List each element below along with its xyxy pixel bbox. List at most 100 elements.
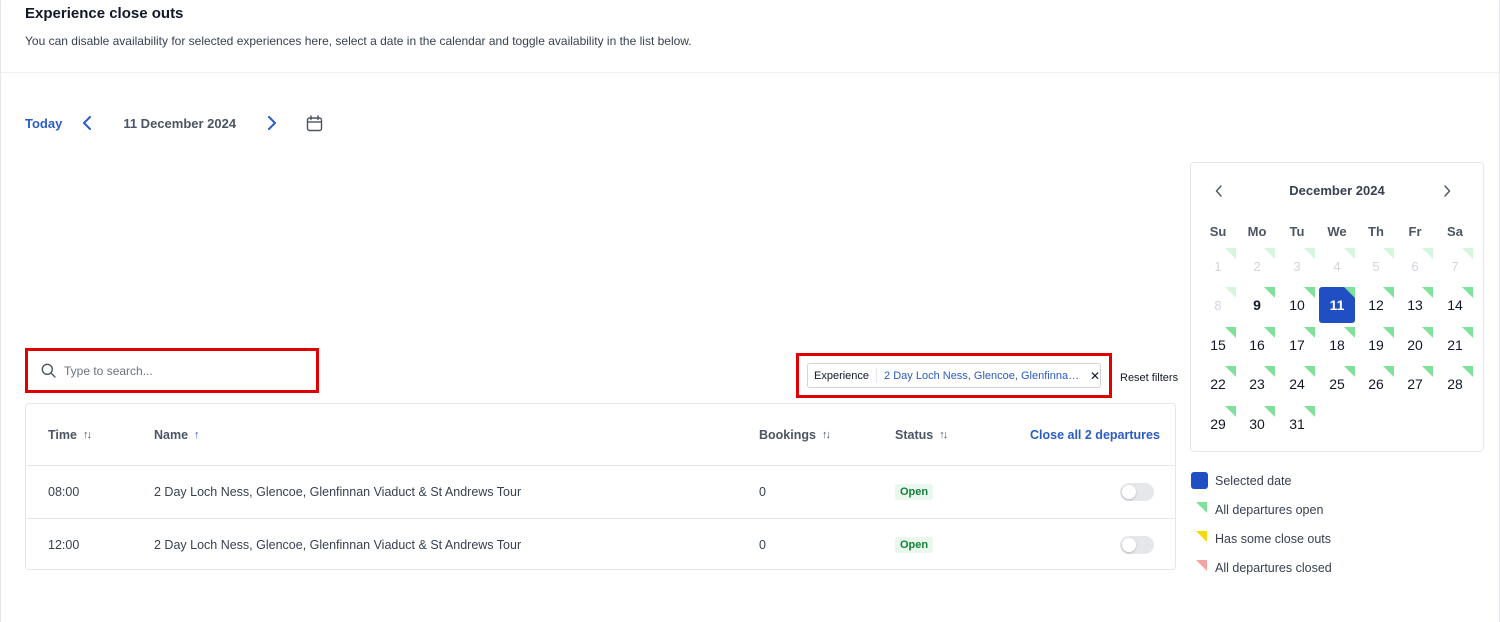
calendar-day[interactable]: 15 <box>1200 327 1236 363</box>
status-badge: Open <box>895 484 934 500</box>
calendar-day[interactable]: 6 <box>1397 248 1433 284</box>
calendar-day[interactable]: 1 <box>1200 248 1236 284</box>
page-header: Experience close outs You can disable av… <box>1 0 1499 73</box>
search-icon <box>41 363 56 378</box>
calendar-day[interactable]: 5 <box>1358 248 1394 284</box>
calendar-day[interactable]: 24 <box>1279 366 1315 402</box>
calendar-day-label: 12 <box>1368 297 1384 313</box>
calendar-day-label: 4 <box>1333 258 1341 274</box>
calendar-day[interactable]: 11 <box>1319 287 1355 323</box>
remove-filter-icon[interactable]: ✕ <box>1090 369 1100 383</box>
availability-toggle[interactable] <box>1120 536 1154 554</box>
filter-chip-value: 2 Day Loch Ness, Glencoe, Glenfinnan Via… <box>884 369 1084 382</box>
row-name: 2 Day Loch Ness, Glencoe, Glenfinnan Via… <box>154 538 522 552</box>
calendar-day[interactable]: 4 <box>1319 248 1355 284</box>
experience-filter-chip[interactable]: Experience 2 Day Loch Ness, Glencoe, Gle… <box>807 363 1101 388</box>
calendar-day[interactable]: 23 <box>1239 366 1275 402</box>
legend-selected: Selected date <box>1191 466 1332 495</box>
row-time: 12:00 <box>48 538 80 552</box>
availability-indicator-icon <box>1344 287 1355 298</box>
availability-indicator-icon <box>1225 406 1236 417</box>
weekday-label: Tu <box>1289 224 1305 239</box>
calendar-day-label: 3 <box>1293 258 1301 274</box>
calendar-day[interactable]: 21 <box>1437 327 1473 363</box>
calendar-day[interactable]: 29 <box>1200 406 1236 442</box>
previous-day-button[interactable] <box>78 114 96 132</box>
weekday-label: We <box>1327 224 1347 239</box>
calendar-day[interactable]: 10 <box>1279 287 1315 323</box>
chevron-right-icon <box>268 116 277 130</box>
calendar-day[interactable]: 8 <box>1200 287 1236 323</box>
availability-toggle[interactable] <box>1120 483 1154 501</box>
sort-icon: ↑↓ <box>939 429 948 441</box>
row-bookings: 0 <box>759 538 766 552</box>
calendar-day[interactable]: 30 <box>1239 406 1275 442</box>
calendar-day[interactable]: 14 <box>1437 287 1473 323</box>
availability-indicator-icon <box>1304 406 1315 417</box>
availability-indicator-icon <box>1264 287 1275 298</box>
availability-indicator-icon <box>1264 248 1275 259</box>
calendar-day-label: 13 <box>1407 297 1423 313</box>
table-header: Time ↑↓ Name ↑ Bookings ↑↓ Status ↑↓ Clo… <box>26 404 1175 466</box>
calendar-day[interactable]: 16 <box>1239 327 1275 363</box>
next-month-button[interactable] <box>1443 184 1451 202</box>
column-header-status[interactable]: Status ↑↓ <box>895 428 948 442</box>
calendar-day[interactable]: 28 <box>1437 366 1473 402</box>
calendar-day[interactable]: 18 <box>1319 327 1355 363</box>
calendar-day-label: 11 <box>1329 297 1345 313</box>
selected-swatch <box>1191 472 1208 489</box>
next-day-button[interactable] <box>263 114 281 132</box>
calendar-day[interactable]: 13 <box>1397 287 1433 323</box>
page-title: Experience close outs <box>25 5 184 22</box>
calendar-day-label: 31 <box>1289 416 1305 432</box>
toggle-knob <box>1122 538 1136 552</box>
legend-label: Has some close outs <box>1215 531 1332 546</box>
calendar-day-label: 25 <box>1329 376 1345 392</box>
weekday-label: Su <box>1209 224 1227 239</box>
legend-label: All departures closed <box>1215 560 1332 575</box>
calendar-day[interactable]: 19 <box>1358 327 1394 363</box>
calendar-day[interactable]: 27 <box>1397 366 1433 402</box>
calendar-day[interactable]: 3 <box>1279 248 1315 284</box>
calendar-legend: Selected date All departures open Has so… <box>1191 466 1332 582</box>
today-button[interactable]: Today <box>25 116 62 131</box>
previous-month-button[interactable] <box>1215 184 1223 202</box>
reset-filters-button[interactable]: Reset filters <box>1120 372 1178 384</box>
column-time-label: Time <box>48 428 77 442</box>
date-navigator: Today 11 December 2024 <box>25 110 324 136</box>
departures-table: Time ↑↓ Name ↑ Bookings ↑↓ Status ↑↓ Clo… <box>25 403 1176 570</box>
calendar-day[interactable]: 12 <box>1358 287 1394 323</box>
calendar-picker-button[interactable] <box>304 113 324 133</box>
calendar-day[interactable]: 25 <box>1319 366 1355 402</box>
calendar-day[interactable]: 2 <box>1239 248 1275 284</box>
column-header-time[interactable]: Time ↑↓ <box>48 428 92 442</box>
calendar-day[interactable]: 9 <box>1239 287 1275 323</box>
calendar-day[interactable]: 7 <box>1437 248 1473 284</box>
calendar-day-label: 22 <box>1210 376 1226 392</box>
yellow-indicator-icon <box>1196 531 1207 542</box>
toggle-knob <box>1122 485 1136 499</box>
calendar-day-label: 28 <box>1447 376 1463 392</box>
column-header-name[interactable]: Name ↑ <box>154 428 199 442</box>
calendar-day-label: 27 <box>1407 376 1423 392</box>
table-row: 12:00 2 Day Loch Ness, Glencoe, Glenfinn… <box>26 518 1175 570</box>
column-name-label: Name <box>154 428 189 442</box>
weekday-label: Fr <box>1408 224 1422 239</box>
calendar-day[interactable]: 22 <box>1200 366 1236 402</box>
calendar-day[interactable]: 20 <box>1397 327 1433 363</box>
month-calendar: December 2024 Su Mo Tu We Th Fr Sa 1 2 3 4 5 6 7 8 9 10… <box>1190 162 1484 452</box>
weekday-label: Sa <box>1447 224 1463 239</box>
status-badge: Open <box>895 537 934 553</box>
availability-indicator-icon <box>1383 287 1394 298</box>
calendar-day[interactable]: 26 <box>1358 366 1394 402</box>
chevron-left-icon <box>83 116 92 130</box>
calendar-day-label: 23 <box>1249 376 1265 392</box>
calendar-day[interactable]: 17 <box>1279 327 1315 363</box>
availability-indicator-icon <box>1304 366 1315 377</box>
column-header-bookings[interactable]: Bookings ↑↓ <box>759 428 831 442</box>
calendar-day-label: 8 <box>1214 297 1222 313</box>
row-bookings: 0 <box>759 485 766 499</box>
calendar-day[interactable]: 31 <box>1279 406 1315 442</box>
close-all-departures-button[interactable]: Close all 2 departures <box>1030 428 1160 442</box>
search-input[interactable] <box>64 363 294 378</box>
